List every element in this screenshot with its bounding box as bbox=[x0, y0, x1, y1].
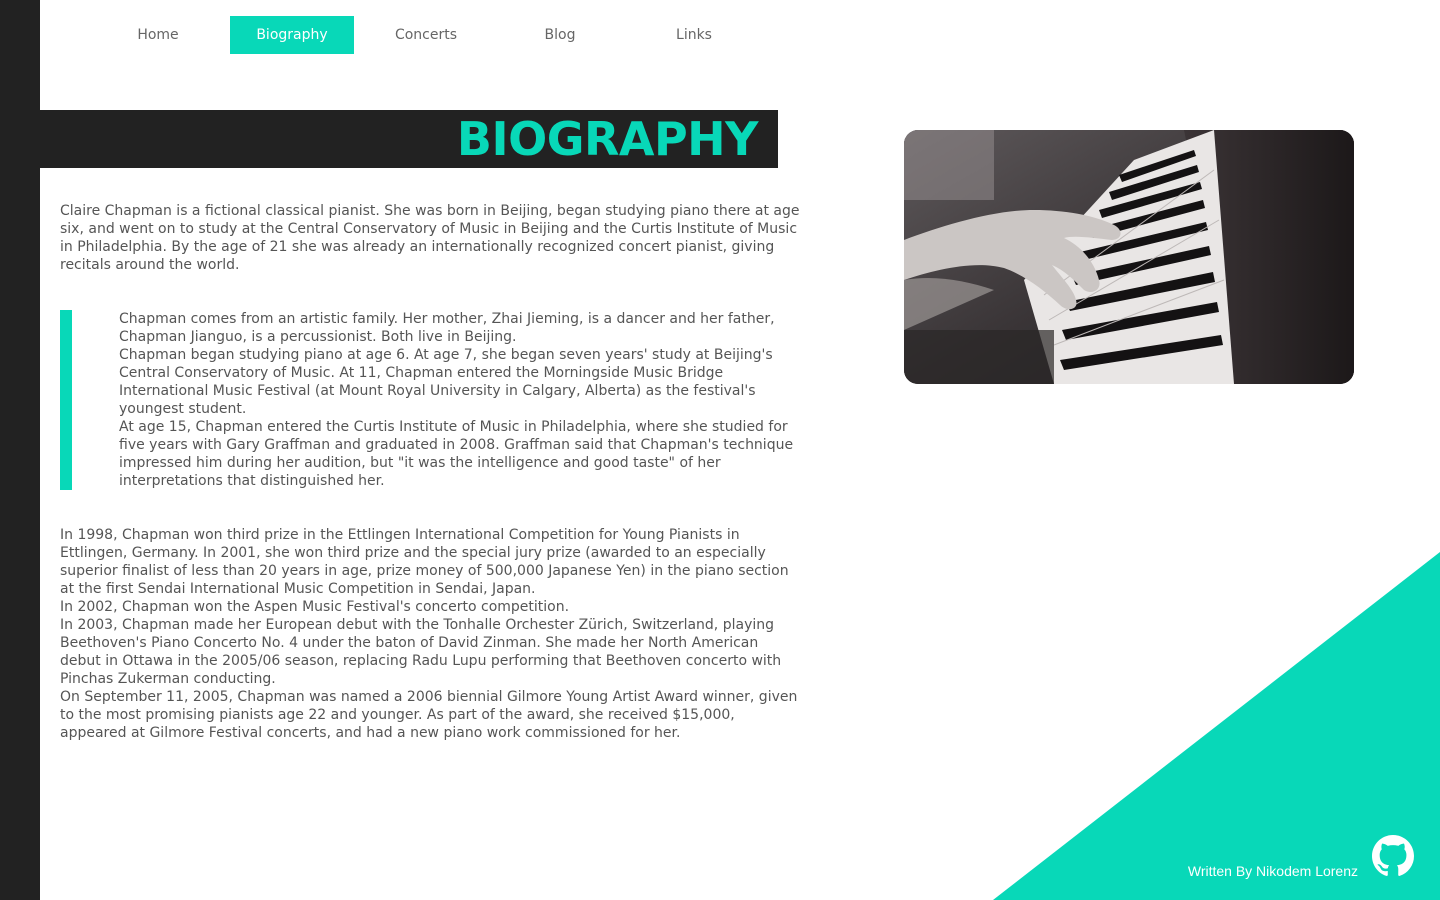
career-paragraph: On September 11, 2005, Chapman was named… bbox=[60, 689, 798, 741]
nav-item-concerts[interactable]: Concerts bbox=[364, 16, 488, 54]
piano-photo bbox=[904, 130, 1354, 384]
biography-content: Claire Chapman is a fictional classical … bbox=[60, 202, 802, 742]
github-icon[interactable] bbox=[1372, 835, 1414, 877]
career-paragraph: In 2002, Chapman won the Aspen Music Fes… bbox=[60, 599, 570, 615]
career-section: In 1998, Chapman won third prize in the … bbox=[60, 526, 802, 742]
nav-item-biography[interactable]: Biography bbox=[230, 16, 354, 54]
main-nav: Home Biography Concerts Blog Links bbox=[96, 16, 766, 54]
nav-item-links[interactable]: Links bbox=[632, 16, 756, 54]
career-paragraph: In 1998, Chapman won third prize in the … bbox=[60, 527, 789, 597]
left-side-bar bbox=[0, 0, 40, 900]
quote-paragraph: Chapman comes from an artistic family. H… bbox=[119, 311, 775, 345]
footer-credit: Written By Nikodem Lorenz bbox=[1187, 863, 1358, 879]
biography-blockquote: Chapman comes from an artistic family. H… bbox=[60, 310, 802, 490]
nav-item-blog[interactable]: Blog bbox=[498, 16, 622, 54]
page-title: BIOGRAPHY bbox=[456, 112, 759, 166]
career-paragraph: In 2003, Chapman made her European debut… bbox=[60, 617, 782, 687]
title-banner: BIOGRAPHY bbox=[40, 110, 778, 168]
quote-paragraph: Chapman began studying piano at age 6. A… bbox=[119, 347, 773, 417]
intro-paragraph: Claire Chapman is a fictional classical … bbox=[60, 203, 800, 273]
nav-item-home[interactable]: Home bbox=[96, 16, 220, 54]
page: Home Biography Concerts Blog Links BIOGR… bbox=[0, 0, 1440, 900]
quote-paragraph: At age 15, Chapman entered the Curtis In… bbox=[119, 419, 794, 489]
